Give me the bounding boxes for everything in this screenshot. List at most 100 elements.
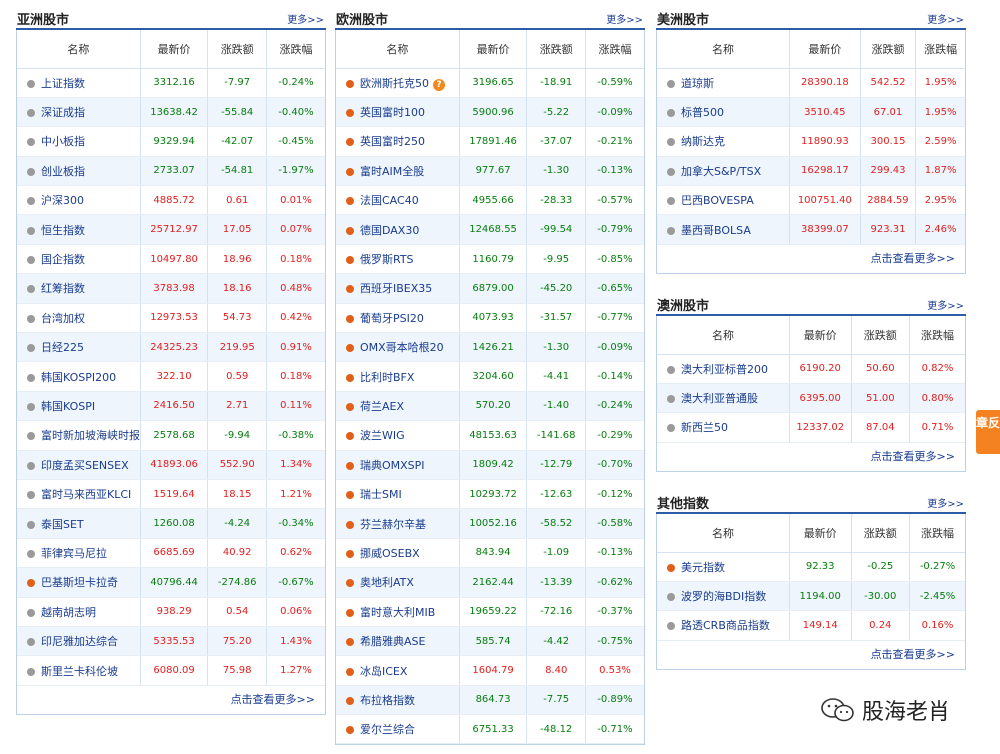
header-pct[interactable]: 涨跌幅: [909, 316, 965, 355]
index-name-cell[interactable]: 荷兰AEX: [336, 391, 460, 422]
index-name-link[interactable]: 富时新加坡海峡时报: [41, 429, 140, 442]
table-row[interactable]: 上证指数 3312.16 -7.97 -0.24%: [17, 68, 325, 98]
index-name-cell[interactable]: 新西兰50: [657, 412, 790, 443]
index-name-link[interactable]: 巴西BOVESPA: [681, 194, 754, 207]
header-change[interactable]: 涨跌额: [526, 30, 586, 69]
table-row[interactable]: 台湾加权 12973.53 54.73 0.42%: [17, 303, 325, 334]
header-name[interactable]: 名称: [336, 30, 460, 69]
table-row[interactable]: 芬兰赫尔辛基 10052.16 -58.52 -0.58%: [336, 508, 644, 539]
index-name-link[interactable]: 国企指数: [41, 253, 85, 266]
index-name-cell[interactable]: 英国富时100: [336, 97, 460, 128]
index-name-link[interactable]: 富时马来西亚KLCI: [41, 488, 131, 501]
index-name-cell[interactable]: 加拿大S&P/TSX: [657, 156, 790, 187]
index-name-cell[interactable]: 葡萄牙PSI20: [336, 303, 460, 334]
index-name-cell[interactable]: 波罗的海BDI指数: [657, 581, 790, 612]
index-name-link[interactable]: OMX哥本哈根20: [360, 341, 444, 354]
index-name-link[interactable]: 澳大利亚标普200: [681, 363, 768, 376]
index-name-cell[interactable]: 韩国KOSPI: [17, 391, 141, 422]
index-name-link[interactable]: 比利时BFX: [360, 371, 414, 384]
index-name-link[interactable]: 韩国KOSPI200: [41, 371, 116, 384]
index-name-link[interactable]: 菲律宾马尼拉: [41, 547, 107, 560]
index-name-cell[interactable]: 布拉格指数: [336, 685, 460, 716]
index-name-cell[interactable]: 波兰WIG: [336, 420, 460, 451]
table-row[interactable]: 瑞士SMI 10293.72 -12.63 -0.12%: [336, 479, 644, 510]
header-pct[interactable]: 涨跌幅: [915, 30, 965, 69]
header-name[interactable]: 名称: [657, 316, 790, 355]
table-row[interactable]: 新西兰50 12337.02 87.04 0.71%: [657, 412, 965, 443]
index-name-cell[interactable]: 富时AIM全股: [336, 156, 460, 187]
index-name-link[interactable]: 俄罗斯RTS: [360, 253, 414, 266]
index-name-cell[interactable]: 挪威OSEBX: [336, 538, 460, 569]
table-row[interactable]: 纳斯达克 11890.93 300.15 2.59%: [657, 126, 965, 157]
table-row[interactable]: 中小板指 9329.94 -42.07 -0.45%: [17, 126, 325, 157]
index-name-cell[interactable]: 巴西BOVESPA: [657, 185, 790, 216]
table-row[interactable]: 冰岛ICEX 1604.79 8.40 0.53%: [336, 655, 644, 686]
index-name-cell[interactable]: 芬兰赫尔辛基: [336, 508, 460, 539]
index-name-link[interactable]: 创业板指: [41, 165, 85, 178]
table-row[interactable]: 德国DAX30 12468.55 -99.54 -0.79%: [336, 214, 644, 245]
index-name-link[interactable]: 葡萄牙PSI20: [360, 312, 424, 325]
index-name-cell[interactable]: 富时意大利MIB: [336, 597, 460, 627]
index-name-cell[interactable]: 道琼斯: [657, 68, 790, 98]
header-price[interactable]: 最新价: [788, 30, 861, 69]
index-name-cell[interactable]: 日经225: [17, 332, 141, 363]
index-name-cell[interactable]: 泰国SET: [17, 508, 141, 539]
table-row[interactable]: 英国富时100 5900.96 -5.22 -0.09%: [336, 97, 644, 128]
index-name-cell[interactable]: 深证成指: [17, 97, 141, 128]
header-name[interactable]: 名称: [17, 30, 141, 69]
more-link[interactable]: 更多>>: [287, 11, 324, 26]
table-row[interactable]: 泰国SET 1260.08 -4.24 -0.34%: [17, 508, 325, 539]
table-row[interactable]: 日经225 24325.23 219.95 0.91%: [17, 332, 325, 363]
index-name-link[interactable]: 爱尔兰综合: [360, 723, 415, 736]
table-row[interactable]: 巴基斯坦卡拉奇 40796.44 -274.86 -0.67%: [17, 567, 325, 598]
table-row[interactable]: 澳大利亚普通股 6395.00 51.00 0.80%: [657, 383, 965, 414]
index-name-link[interactable]: 美元指数: [681, 561, 725, 574]
table-row[interactable]: 西班牙IBEX35 6879.00 -45.20 -0.65%: [336, 273, 644, 304]
header-pct[interactable]: 涨跌幅: [909, 514, 965, 553]
index-name-cell[interactable]: 澳大利亚标普200: [657, 354, 790, 384]
index-name-cell[interactable]: 印尼雅加达综合: [17, 626, 141, 657]
table-row[interactable]: 挪威OSEBX 843.94 -1.09 -0.13%: [336, 538, 644, 569]
index-name-link[interactable]: 红筹指数: [41, 282, 85, 295]
index-name-link[interactable]: 瑞士SMI: [360, 488, 402, 501]
table-row[interactable]: 英国富时250 17891.46 -37.07 -0.21%: [336, 126, 644, 157]
index-name-link[interactable]: 冰岛ICEX: [360, 665, 407, 678]
index-name-link[interactable]: 法国CAC40: [360, 194, 419, 207]
index-name-link[interactable]: 希腊雅典ASE: [360, 635, 425, 648]
index-name-cell[interactable]: 瑞典OMXSPI: [336, 450, 460, 480]
index-name-link[interactable]: 奥地利ATX: [360, 576, 414, 589]
table-row[interactable]: 路透CRB商品指数 149.14 0.24 0.16%: [657, 610, 965, 641]
help-icon[interactable]: ?: [433, 78, 445, 91]
index-name-link[interactable]: 新西兰50: [681, 421, 728, 434]
index-name-cell[interactable]: 沪深300: [17, 185, 141, 216]
table-row[interactable]: 斯里兰卡科伦坡 6080.09 75.98 1.27%: [17, 655, 325, 686]
table-row[interactable]: 波罗的海BDI指数 1194.00 -30.00 -2.45%: [657, 581, 965, 612]
index-name-cell[interactable]: 德国DAX30: [336, 214, 460, 245]
index-name-cell[interactable]: 纳斯达克: [657, 126, 790, 157]
table-row[interactable]: 富时新加坡海峡时报 2578.68 -9.94 -0.38%: [17, 420, 325, 451]
index-name-cell[interactable]: 法国CAC40: [336, 185, 460, 216]
index-name-cell[interactable]: 韩国KOSPI200: [17, 361, 141, 392]
index-name-cell[interactable]: 路透CRB商品指数: [657, 610, 790, 641]
index-name-cell[interactable]: 台湾加权: [17, 303, 141, 334]
index-name-cell[interactable]: 巴基斯坦卡拉奇: [17, 567, 141, 598]
more-link[interactable]: 更多>>: [606, 11, 643, 26]
index-name-cell[interactable]: 国企指数: [17, 244, 141, 275]
more-link[interactable]: 更多>>: [927, 297, 964, 312]
index-name-cell[interactable]: 比利时BFX: [336, 361, 460, 392]
table-row[interactable]: 美元指数 92.33 -0.25 -0.27%: [657, 552, 965, 582]
index-name-link[interactable]: 韩国KOSPI: [41, 400, 95, 413]
index-name-cell[interactable]: 越南胡志明: [17, 597, 141, 627]
index-name-cell[interactable]: 富时新加坡海峡时报: [17, 420, 141, 451]
index-name-cell[interactable]: 英国富时250: [336, 126, 460, 157]
index-name-link[interactable]: 富时意大利MIB: [360, 606, 435, 619]
table-row[interactable]: 韩国KOSPI 2416.50 2.71 0.11%: [17, 391, 325, 422]
index-name-link[interactable]: 深证成指: [41, 106, 85, 119]
index-name-link[interactable]: 日经225: [41, 341, 84, 354]
index-name-link[interactable]: 英国富时250: [360, 135, 425, 148]
index-name-link[interactable]: 波罗的海BDI指数: [681, 590, 766, 603]
table-row[interactable]: 印度孟买SENSEX 41893.06 552.90 1.34%: [17, 450, 325, 480]
table-row[interactable]: 富时意大利MIB 19659.22 -72.16 -0.37%: [336, 597, 644, 627]
table-row[interactable]: 标普500 3510.45 67.01 1.95%: [657, 97, 965, 128]
index-name-link[interactable]: 纳斯达克: [681, 135, 725, 148]
